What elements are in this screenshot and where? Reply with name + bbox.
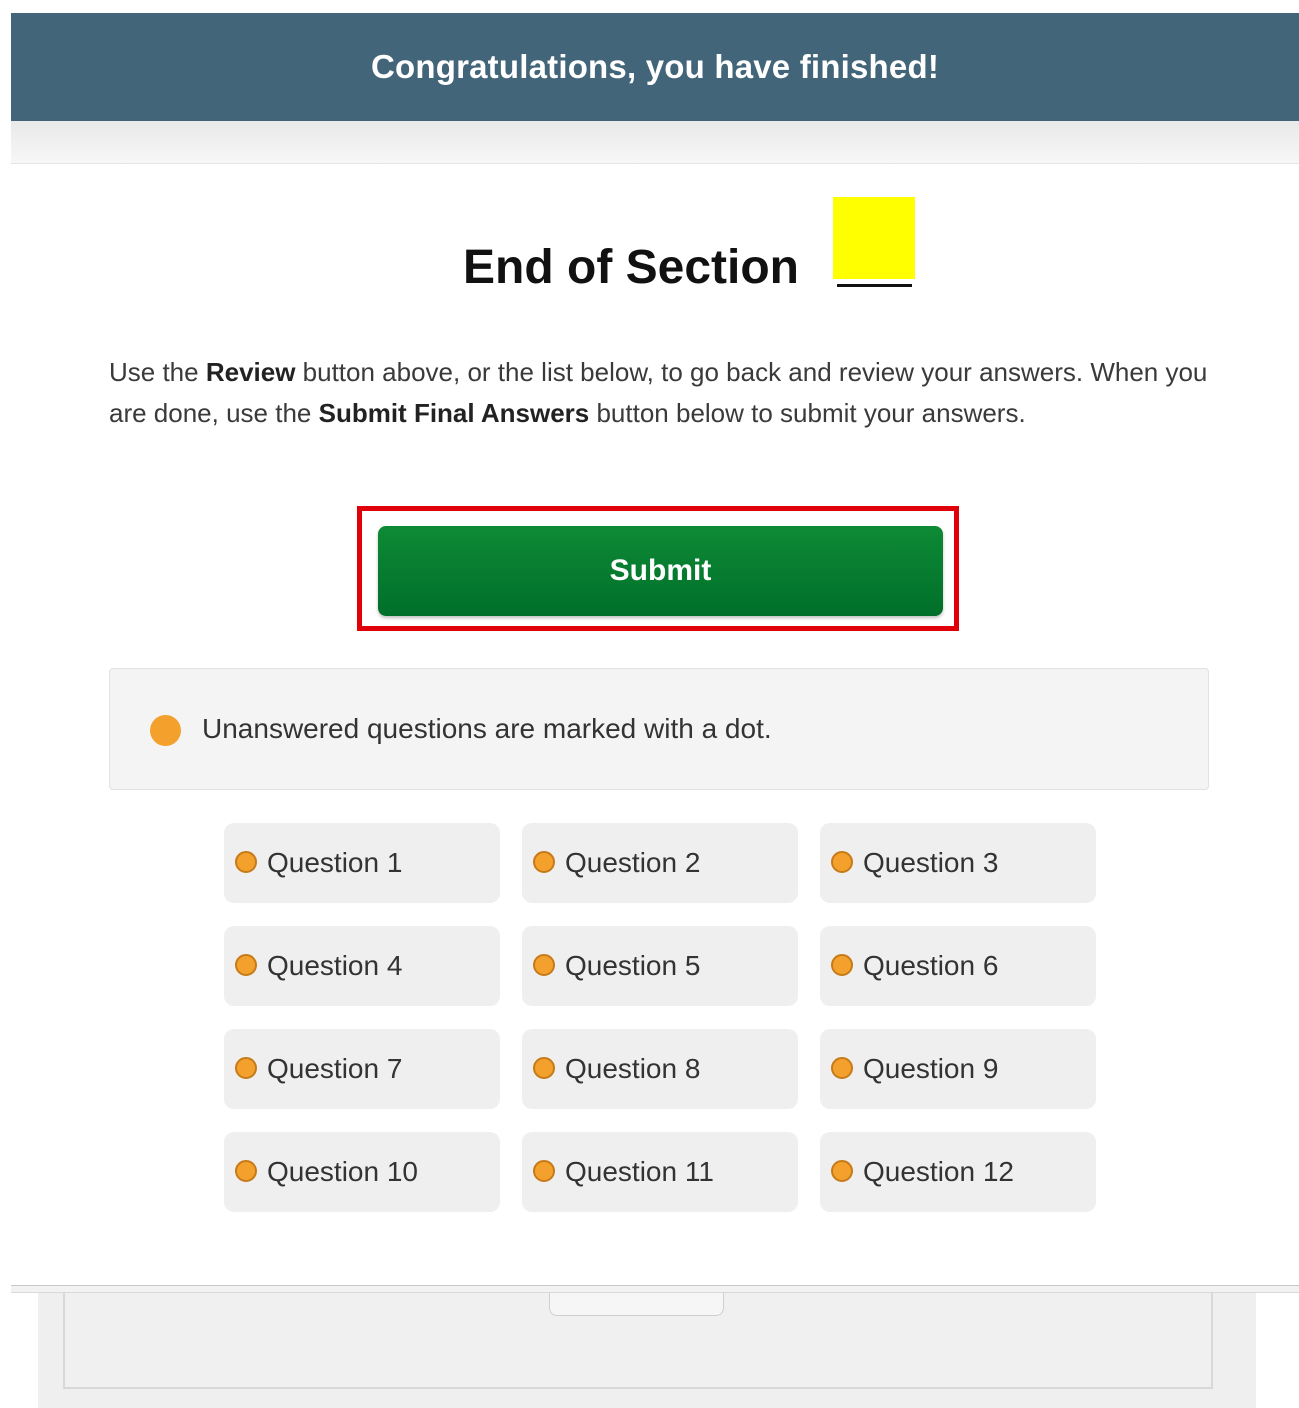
question-label: Question 3 xyxy=(863,847,999,878)
question-item-2[interactable]: Question 2 xyxy=(522,823,798,903)
unanswered-dot-icon xyxy=(831,1057,853,1079)
unanswered-dot-icon xyxy=(831,1160,853,1182)
page: Congratulations, you have finished! End … xyxy=(0,0,1299,1408)
question-label: Question 7 xyxy=(267,1053,403,1084)
question-label: Question 5 xyxy=(565,950,701,981)
question-label: Question 8 xyxy=(565,1053,701,1084)
header-bar: Congratulations, you have finished! xyxy=(11,13,1299,121)
question-label: Question 2 xyxy=(565,847,701,878)
question-label: Question 6 xyxy=(863,950,999,981)
submit-button[interactable]: Submit xyxy=(378,526,943,616)
question-label: Question 10 xyxy=(267,1156,418,1187)
unanswered-dot-icon xyxy=(235,851,257,873)
unanswered-dot-icon xyxy=(831,954,853,976)
instructions-submit-label: Submit Final Answers xyxy=(318,398,590,428)
legend-text: Unanswered questions are marked with a d… xyxy=(202,713,772,744)
section-title: End of Section xyxy=(463,241,799,294)
question-item-12[interactable]: Question 12 xyxy=(820,1132,1096,1212)
question-label: Question 4 xyxy=(267,950,403,981)
question-item-9[interactable]: Question 9 xyxy=(820,1029,1096,1109)
bottom-panel-tab[interactable] xyxy=(549,1293,724,1316)
unanswered-dot-icon xyxy=(831,851,853,873)
section-number-blank xyxy=(837,284,912,287)
unanswered-dot-icon xyxy=(533,1160,555,1182)
question-item-11[interactable]: Question 11 xyxy=(522,1132,798,1212)
footer-divider xyxy=(11,1285,1299,1293)
question-item-10[interactable]: Question 10 xyxy=(224,1132,500,1212)
question-item-5[interactable]: Question 5 xyxy=(522,926,798,1006)
unanswered-dot-icon xyxy=(235,1160,257,1182)
unanswered-dot-icon xyxy=(533,1057,555,1079)
unanswered-dot-icon xyxy=(150,715,181,746)
question-label: Question 11 xyxy=(565,1156,714,1187)
question-item-6[interactable]: Question 6 xyxy=(820,926,1096,1006)
section-title-area: End of Section xyxy=(0,195,1299,295)
question-item-7[interactable]: Question 7 xyxy=(224,1029,500,1109)
question-label: Question 12 xyxy=(863,1156,1014,1187)
legend-box: Unanswered questions are marked with a d… xyxy=(109,668,1209,790)
instructions-part1: Use the xyxy=(109,357,206,387)
question-item-1[interactable]: Question 1 xyxy=(224,823,500,903)
question-label: Question 9 xyxy=(863,1053,999,1084)
question-item-8[interactable]: Question 8 xyxy=(522,1029,798,1109)
question-label: Question 1 xyxy=(267,847,403,878)
instructions-part3: button below to submit your answers. xyxy=(589,398,1026,428)
question-item-3[interactable]: Question 3 xyxy=(820,823,1096,903)
unanswered-dot-icon xyxy=(235,954,257,976)
section-number-highlight xyxy=(833,197,915,279)
unanswered-dot-icon xyxy=(533,851,555,873)
question-item-4[interactable]: Question 4 xyxy=(224,926,500,1006)
header-shadow xyxy=(11,121,1299,164)
instructions-text: Use the Review button above, or the list… xyxy=(109,352,1209,434)
instructions-review-label: Review xyxy=(205,357,296,387)
unanswered-dot-icon xyxy=(235,1057,257,1079)
unanswered-dot-icon xyxy=(533,954,555,976)
header-title: Congratulations, you have finished! xyxy=(370,48,940,85)
